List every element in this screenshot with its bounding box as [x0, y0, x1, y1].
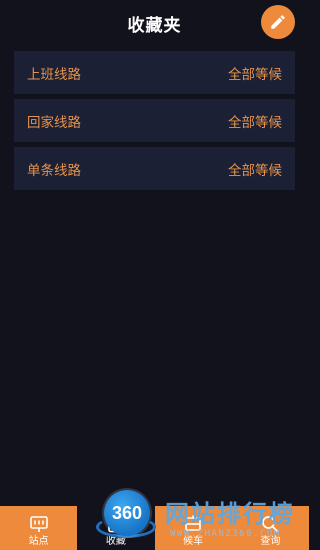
pencil-icon — [271, 15, 285, 29]
bottom-tab-bar: 站点 收藏 候车 查询 — [0, 506, 309, 550]
app-header: 收藏夹 — [0, 0, 309, 44]
route-status: 全部等候 — [228, 162, 282, 179]
tab-waiting[interactable]: 候车 — [154, 506, 232, 550]
route-status: 全部等候 — [228, 66, 282, 83]
tab-label: 收藏 — [105, 536, 126, 547]
route-status: 全部等候 — [228, 114, 282, 131]
bus-stop-icon — [28, 513, 50, 535]
search-icon — [259, 513, 281, 535]
route-row-single[interactable]: 单条线路 全部等候 — [14, 147, 295, 190]
favorites-list: 上班线路 全部等候 回家线路 全部等候 单条线路 全部等候 — [14, 51, 295, 195]
tab-favorites[interactable]: 收藏 — [77, 506, 155, 550]
route-name: 回家线路 — [27, 114, 81, 131]
bus-wait-icon — [182, 513, 204, 535]
tab-stops[interactable]: 站点 — [0, 506, 78, 550]
route-name: 上班线路 — [27, 66, 81, 83]
tab-label: 查询 — [260, 536, 281, 547]
route-name: 单条线路 — [27, 162, 81, 179]
bookmark-icon — [105, 513, 127, 535]
tab-search[interactable]: 查询 — [231, 506, 309, 550]
route-row-home[interactable]: 回家线路 全部等候 — [14, 99, 295, 142]
edit-button[interactable] — [261, 5, 295, 39]
tab-label: 站点 — [28, 536, 49, 547]
tab-label: 候车 — [183, 536, 204, 547]
route-row-commute[interactable]: 上班线路 全部等候 — [14, 51, 295, 94]
